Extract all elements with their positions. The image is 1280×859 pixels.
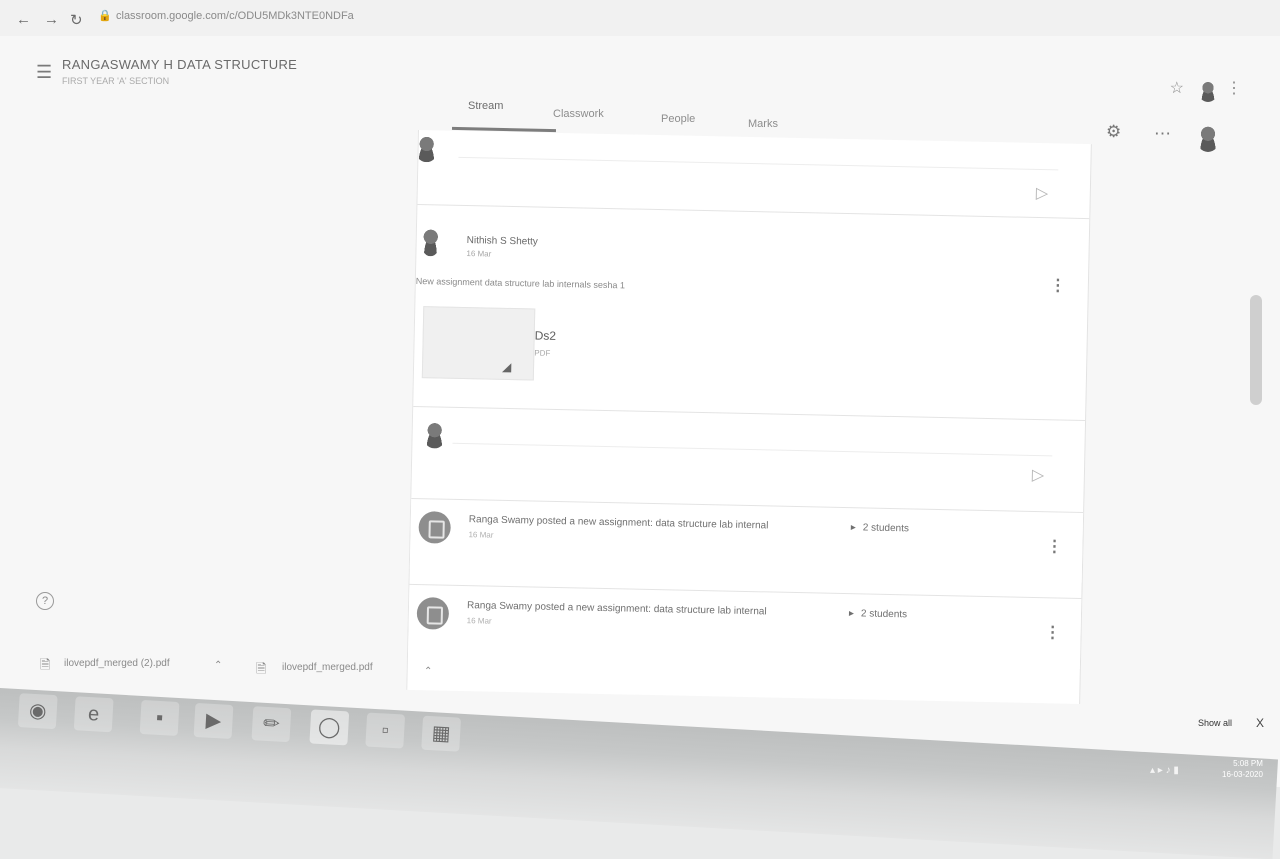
reload-icon[interactable]: ↻ — [70, 11, 83, 29]
assignment-text[interactable]: Ranga Swamy posted a new assignment: dat… — [469, 514, 769, 531]
explorer-folder-icon[interactable]: ▪ — [139, 699, 180, 736]
ie-browser-icon[interactable]: e — [73, 696, 114, 733]
system-tray-icons[interactable]: ▴ ▸ ♪ ▮ — [1150, 765, 1179, 776]
divider — [413, 405, 1086, 422]
assignment-date: 16 Mar — [468, 530, 494, 540]
stream-column: ▷ Nithish S Shetty 16 Mar ⋮ New assignme… — [406, 130, 1092, 704]
post-date: 16 Mar — [466, 249, 492, 259]
tab-marks[interactable]: Marks — [748, 118, 778, 130]
download-item[interactable]: ilovepdf_merged (2).pdf — [64, 658, 170, 669]
help-icon[interactable]: ? — [36, 592, 54, 610]
start-button-icon[interactable]: ◉ — [17, 693, 58, 730]
class-section: FIRST YEAR 'A' SECTION — [62, 76, 170, 86]
post-text: New assignment data structure lab intern… — [415, 275, 626, 291]
post-author: Nithish S Shetty — [466, 235, 538, 248]
assignment-students-icon[interactable]: ▸ — [851, 522, 856, 533]
assignment-icon — [418, 511, 452, 544]
chrome-icon[interactable]: ◯ — [309, 709, 350, 746]
assignment-text[interactable]: Ranga Swamy posted a new assignment: dat… — [467, 600, 767, 617]
close-shelf-button[interactable]: X — [1256, 716, 1264, 730]
back-icon[interactable]: ← — [16, 11, 31, 28]
tab-people[interactable]: People — [661, 113, 695, 125]
assignment-students[interactable]: 2 students — [863, 522, 909, 534]
attachment-thumbnail[interactable] — [421, 306, 536, 381]
post-options-icon[interactable]: ⋮ — [1050, 275, 1066, 295]
comment-input-line[interactable] — [458, 156, 1059, 171]
browser-profile-avatar[interactable] — [1198, 80, 1218, 102]
chevron-up-icon[interactable]: ⌃ — [214, 660, 222, 671]
assignment-icon — [416, 597, 450, 630]
class-title[interactable]: RANGASWAMY H DATA STRUCTURE — [62, 57, 297, 72]
browser-toolbar: ← → ↻ 🔒 classroom.google.com/c/ODU5MDk3N… — [0, 0, 1280, 36]
attachment-name[interactable]: Ds2 — [535, 328, 557, 342]
lock-icon: 🔒 — [98, 10, 112, 22]
attachment-type: PDF — [534, 348, 551, 358]
assignment-options-icon[interactable]: ⋮ — [1046, 536, 1062, 556]
network-app-icon[interactable]: ▫ — [365, 712, 406, 749]
account-avatar[interactable] — [1196, 124, 1220, 152]
media-player-icon[interactable]: ▶ — [193, 702, 234, 740]
windows-taskbar: ◉ e ▪ ▶ ✏ ◯ ▫ ▦ — [0, 688, 1279, 859]
pdf-file-icon: 🗎 — [256, 661, 267, 676]
menu-icon[interactable]: ☰ — [36, 62, 52, 83]
taskbar-clock[interactable]: 5:08 PM 16-03-2020 — [1222, 758, 1263, 780]
scrollbar-thumb[interactable] — [1250, 295, 1262, 405]
assignment-date: 16 Mar — [466, 616, 492, 626]
send-icon[interactable]: ▷ — [1032, 465, 1045, 485]
download-item[interactable]: ilovepdf_merged.pdf — [282, 662, 373, 673]
class-comment-avatar — [422, 420, 447, 449]
screen: ← → ↻ 🔒 classroom.google.com/c/ODU5MDk3N… — [0, 0, 1280, 859]
pdf-icon: ◢ — [501, 359, 512, 375]
address-bar[interactable]: classroom.google.com/c/ODU5MDk3NTE0NDFa — [116, 10, 354, 22]
calculator-icon[interactable]: ▦ — [421, 715, 462, 752]
chevron-up-icon[interactable]: ⌃ — [424, 666, 432, 677]
assignment-card[interactable]: Ranga Swamy posted a new assignment: dat… — [409, 497, 1084, 583]
author-avatar — [420, 226, 441, 257]
paint-icon[interactable]: ✏ — [251, 706, 292, 743]
settings-icon[interactable]: ⚙ — [1106, 122, 1121, 142]
clock-time: 5:08 PM — [1233, 759, 1263, 768]
tab-stream[interactable]: Stream — [468, 100, 503, 112]
forward-icon[interactable]: → — [44, 11, 59, 28]
assignment-options-icon[interactable]: ⋮ — [1044, 622, 1060, 642]
commenter-avatar — [414, 133, 439, 163]
download-shelf: 🗎 ilovepdf_merged (2).pdf ⌃ 🗎 ilovepdf_m… — [0, 650, 1280, 694]
divider — [417, 204, 1090, 220]
bookmark-star-icon[interactable]: ☆ — [1170, 78, 1184, 98]
browser-menu-icon[interactable]: ⋮ — [1226, 78, 1242, 98]
apps-grid-icon[interactable]: ⋯ — [1154, 124, 1171, 144]
send-icon[interactable]: ▷ — [1036, 183, 1049, 203]
tab-classwork[interactable]: Classwork — [553, 108, 604, 120]
clock-date: 16-03-2020 — [1222, 770, 1263, 779]
assignment-students-icon[interactable]: ▸ — [849, 608, 854, 619]
class-comment-input-line[interactable] — [452, 442, 1053, 457]
pdf-file-icon: 🗎 — [40, 657, 51, 672]
show-all-downloads[interactable]: Show all — [1198, 718, 1232, 728]
assignment-students[interactable]: 2 students — [861, 608, 907, 620]
